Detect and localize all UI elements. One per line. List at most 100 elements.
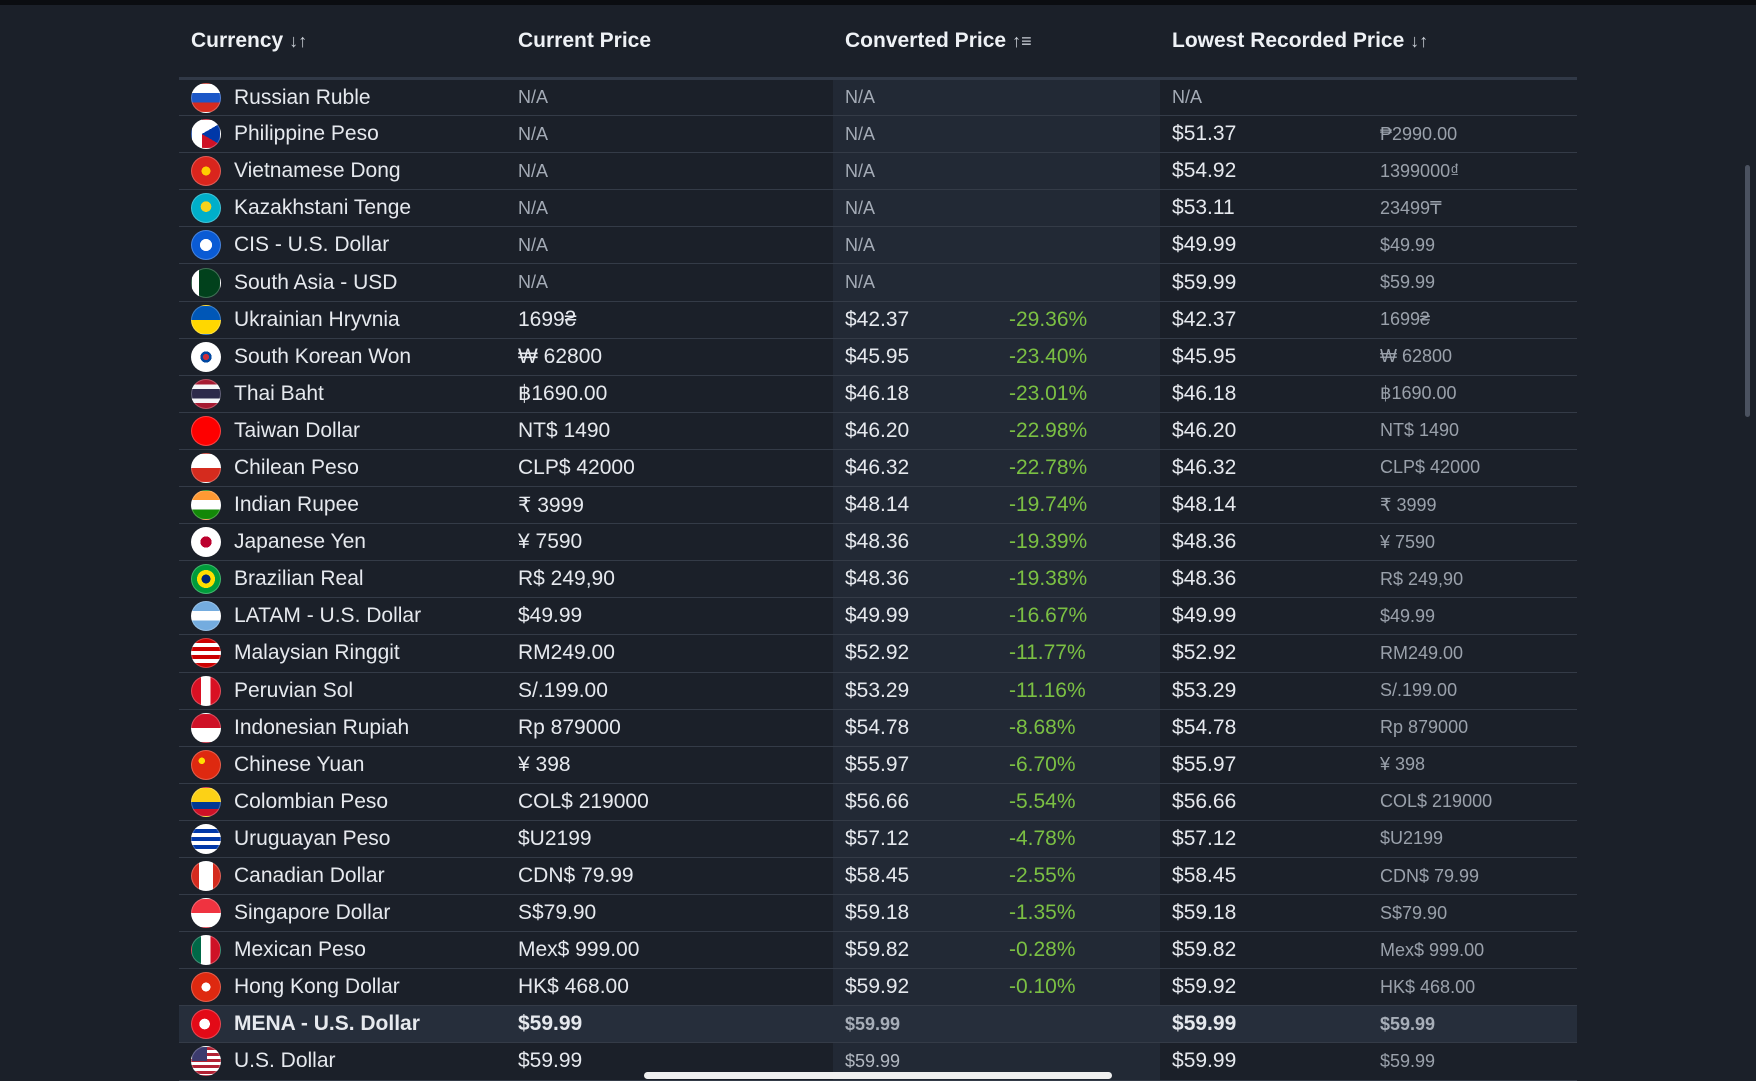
lowest-price-cell: $54.92	[1160, 152, 1369, 191]
table-row[interactable]: Thai Baht ฿1690.00 $46.18 -23.01% $46.18 ฿169…	[179, 375, 1578, 413]
table-row[interactable]: Vietnamese Dong N/A N/A $54.92 1399000₫	[179, 152, 1578, 191]
currency-name: U.S. Dollar	[234, 1049, 336, 1073]
table-row[interactable]: Kazakhstani Tenge N/A N/A $53.11 23499₸	[179, 189, 1578, 228]
table-row[interactable]: South Korean Won ₩ 62800 $45.95 -23.40% $45.…	[179, 338, 1578, 376]
currency-name: MENA - U.S. Dollar	[234, 1012, 420, 1036]
table-row[interactable]: Taiwan Dollar NT$ 1490 $46.20 -22.98% $46.20…	[179, 412, 1578, 450]
percent-difference-cell: -22.98%	[997, 412, 1161, 450]
currency-name: Uruguayan Peso	[234, 826, 391, 850]
currency-name: Hong Kong Dollar	[234, 975, 400, 999]
currency-name: Malaysian Ringgit	[234, 641, 400, 665]
lowest-local-price-cell: $59.99	[1368, 263, 1578, 302]
table-row[interactable]: Uruguayan Peso $U2199 $57.12 -4.78% $57.12 $U…	[179, 820, 1578, 858]
currency-cell: Russian Ruble	[179, 78, 506, 117]
table-row[interactable]: Indonesian Rupiah Rp 879000 $54.78 -8.68% $5…	[179, 709, 1578, 747]
lowest-local-price-cell	[1368, 78, 1578, 117]
pk-flag-icon	[191, 267, 221, 298]
percent-difference-cell	[997, 226, 1161, 265]
converted-price-header-label: Converted Price	[845, 29, 1007, 52]
cl-flag-icon	[191, 452, 221, 483]
lowest-price-cell: $57.12	[1160, 820, 1369, 858]
lowest-local-price-cell: R$ 249,90	[1368, 560, 1578, 599]
column-header-lowest-recorded-price[interactable]: Lowest Recorded Price ↓↑	[1160, 5, 1578, 80]
percent-difference-cell: -22.78%	[997, 449, 1161, 488]
currency-name: South Asia - USD	[234, 270, 398, 294]
table-body: Russian Ruble N/A N/A N/A Philippine Peso N/A…	[179, 78, 1578, 1081]
table-row[interactable]: Japanese Yen ¥ 7590 $48.36 -19.39% $48.36 ¥ 7…	[179, 523, 1578, 562]
table-row[interactable]: Peruvian Sol S/.199.00 $53.29 -11.16% $53.29…	[179, 672, 1578, 710]
table-row[interactable]: Indian Rupee ₹ 3999 $48.14 -19.74% $48.14 ₹ 3…	[179, 486, 1578, 525]
column-header-currency[interactable]: Currency ↓↑	[179, 5, 506, 80]
current-price-cell: N/A	[506, 115, 833, 154]
table-row[interactable]: LATAM - U.S. Dollar $49.99 $49.99 -16.67% $4…	[179, 597, 1578, 636]
table-row[interactable]: Hong Kong Dollar HK$ 468.00 $59.92 -0.10% $5…	[179, 968, 1578, 1007]
cn-flag-icon	[191, 749, 221, 780]
currency-cell: CIS - U.S. Dollar	[179, 226, 506, 265]
currency-cell: Indian Rupee	[179, 486, 506, 525]
table-row[interactable]: MENA - U.S. Dollar $59.99 $59.99 $59.99 $59.…	[179, 1005, 1578, 1044]
table-row[interactable]: Malaysian Ringgit RM249.00 $52.92 -11.77% $5…	[179, 634, 1578, 673]
lowest-local-price-cell: ₩ 62800	[1368, 338, 1578, 376]
currency-cell: Colombian Peso	[179, 783, 506, 821]
kr-flag-icon	[191, 341, 221, 372]
vertical-scrollbar[interactable]	[1745, 165, 1750, 417]
converted-price-cell: $46.32	[833, 449, 997, 488]
vn-flag-icon	[191, 156, 221, 187]
converted-price-cell: $49.99	[833, 597, 997, 636]
currency-cell: Chinese Yuan	[179, 746, 506, 784]
percent-difference-cell: -1.35%	[997, 894, 1161, 933]
table-row[interactable]: Canadian Dollar CDN$ 79.99 $58.45 -2.55% $58…	[179, 857, 1578, 896]
lowest-local-price-cell: $U2199	[1368, 820, 1578, 858]
table-row[interactable]: Philippine Peso N/A N/A $51.37 ₱2990.00	[179, 115, 1578, 154]
home-indicator-bar[interactable]	[644, 1072, 1112, 1079]
percent-difference-cell	[997, 263, 1161, 302]
current-price-cell: S$79.90	[506, 894, 833, 933]
co-flag-icon	[191, 786, 221, 817]
currency-name: Philippine Peso	[234, 122, 379, 146]
currency-cell: Ukrainian Hryvnia	[179, 301, 506, 339]
table-row[interactable]: Chinese Yuan ¥ 398 $55.97 -6.70% $55.97 ¥ 398	[179, 746, 1578, 784]
converted-price-cell: $48.36	[833, 523, 997, 562]
percent-difference-cell	[997, 115, 1161, 154]
table-row[interactable]: Brazilian Real R$ 249,90 $48.36 -19.38% $48.…	[179, 560, 1578, 599]
ph-flag-icon	[191, 119, 221, 150]
column-header-converted-price[interactable]: Converted Price ↑≡	[833, 5, 1161, 80]
lowest-price-cell: $49.99	[1160, 597, 1369, 636]
currency-cell: Canadian Dollar	[179, 857, 506, 896]
converted-price-cell: $42.37	[833, 301, 997, 339]
converted-price-cell: $48.36	[833, 560, 997, 599]
percent-difference-cell: -0.10%	[997, 968, 1161, 1007]
currency-name: LATAM - U.S. Dollar	[234, 604, 422, 628]
converted-price-cell: N/A	[833, 115, 997, 154]
current-price-header-label: Current Price	[518, 29, 652, 52]
current-price-cell: $U2199	[506, 820, 833, 858]
table-row[interactable]: Ukrainian Hryvnia 1699₴ $42.37 -29.36% $42.3…	[179, 301, 1578, 339]
lowest-price-cell: $56.66	[1160, 783, 1369, 821]
converted-price-cell: $59.18	[833, 894, 997, 933]
my-flag-icon	[191, 638, 221, 669]
sort-arrows-icon: ↓↑	[289, 31, 308, 51]
currency-cell: Malaysian Ringgit	[179, 634, 506, 673]
lowest-price-cell: $59.99	[1160, 263, 1369, 302]
lowest-local-price-cell: HK$ 468.00	[1368, 968, 1578, 1007]
percent-difference-cell: -23.01%	[997, 375, 1161, 413]
currency-name: Brazilian Real	[234, 567, 364, 591]
currency-name: Singapore Dollar	[234, 901, 391, 925]
lowest-price-cell: $59.99	[1160, 1005, 1369, 1044]
table-row[interactable]: South Asia - USD N/A N/A $59.99 $59.99	[179, 263, 1578, 302]
table-row[interactable]: Mexican Peso Mex$ 999.00 $59.82 -0.28% $59.8…	[179, 931, 1578, 970]
lowest-price-cell: $46.18	[1160, 375, 1369, 413]
currency-cell: Thai Baht	[179, 375, 506, 413]
lowest-local-price-cell: CLP$ 42000	[1368, 449, 1578, 488]
table-row[interactable]: Singapore Dollar S$79.90 $59.18 -1.35% $59.1…	[179, 894, 1578, 933]
converted-price-cell: $46.20	[833, 412, 997, 450]
table-row[interactable]: Chilean Peso CLP$ 42000 $46.32 -22.78% $46.3…	[179, 449, 1578, 488]
table-row[interactable]: CIS - U.S. Dollar N/A N/A $49.99 $49.99	[179, 226, 1578, 265]
ar-flag-icon	[191, 601, 221, 632]
converted-price-cell: $48.14	[833, 486, 997, 525]
in-flag-icon	[191, 490, 221, 521]
table-row[interactable]: Colombian Peso COL$ 219000 $56.66 -5.54% $56…	[179, 783, 1578, 821]
sort-arrows-icon: ↓↑	[1410, 31, 1429, 51]
table-row[interactable]: Russian Ruble N/A N/A N/A	[179, 78, 1578, 117]
price-table-container: Currency ↓↑ Current Price Converted Price…	[179, 5, 1578, 1081]
